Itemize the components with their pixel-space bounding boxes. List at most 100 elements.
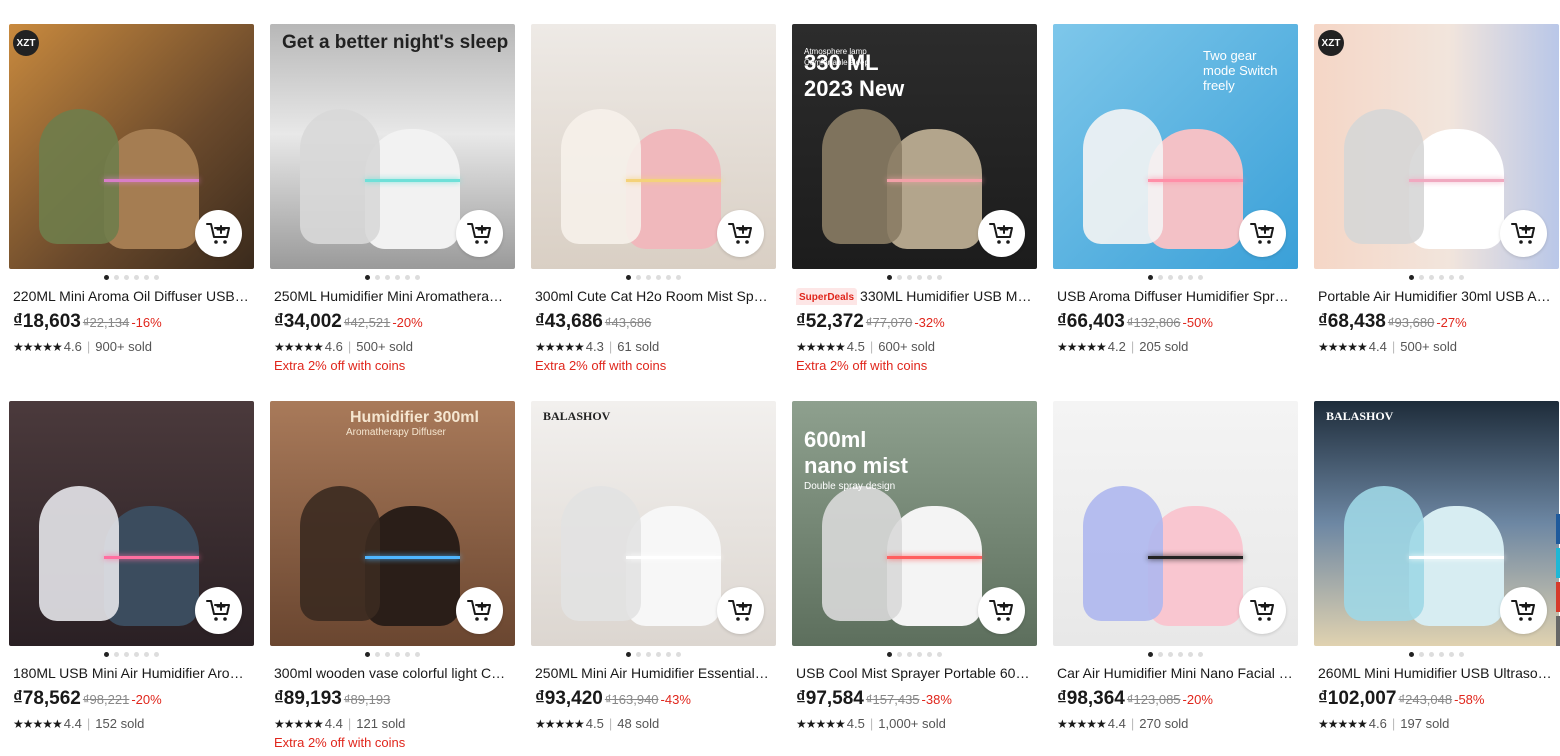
carousel-dot[interactable] [1449, 275, 1454, 280]
add-to-cart-button[interactable] [717, 587, 764, 634]
carousel-dot[interactable] [1419, 275, 1424, 280]
carousel-dot[interactable] [144, 275, 149, 280]
add-to-cart-button[interactable] [978, 587, 1025, 634]
product-image[interactable]: BALASHOV [1314, 401, 1559, 646]
product-title[interactable]: USB Aroma Diffuser Humidifier Spray Mist [1053, 287, 1293, 305]
carousel-dot[interactable] [676, 652, 681, 657]
carousel-dot[interactable] [1198, 275, 1203, 280]
product-image[interactable] [531, 24, 776, 269]
add-to-cart-button[interactable] [717, 210, 764, 257]
carousel-dot[interactable] [405, 275, 410, 280]
carousel-dot[interactable] [144, 652, 149, 657]
carousel-dot[interactable] [1439, 275, 1444, 280]
product-title[interactable]: Car Air Humidifier Mini Nano Facial Spra… [1053, 664, 1293, 682]
product-title-text[interactable]: 300ml Cute Cat H2o Room Mist Sprayer [535, 288, 771, 304]
carousel-dot[interactable] [415, 652, 420, 657]
carousel-dots[interactable] [270, 271, 515, 284]
carousel-dot[interactable] [1188, 275, 1193, 280]
product-image[interactable] [9, 401, 254, 646]
product-image[interactable]: 600ml nano mist Double spray design [792, 401, 1037, 646]
carousel-dot[interactable] [937, 275, 942, 280]
carousel-dot[interactable] [897, 652, 902, 657]
product-card[interactable]: BALASHOV 250ML Mini Air Humidifier Essen… [531, 401, 776, 756]
carousel-dot[interactable] [154, 275, 159, 280]
carousel-dot[interactable] [1148, 275, 1153, 280]
carousel-dots[interactable] [531, 271, 776, 284]
add-to-cart-button[interactable] [456, 210, 503, 257]
carousel-dot[interactable] [385, 652, 390, 657]
carousel-dot[interactable] [636, 275, 641, 280]
carousel-dot[interactable] [626, 275, 631, 280]
carousel-dot[interactable] [887, 275, 892, 280]
carousel-dot[interactable] [415, 275, 420, 280]
product-card[interactable]: Get a better night's sleep 250ML Humidif… [270, 24, 515, 379]
carousel-dots[interactable] [1053, 648, 1298, 661]
product-title[interactable]: 180ML USB Mini Air Humidifier Aroma Diff… [9, 664, 249, 682]
side-tab[interactable] [1556, 582, 1560, 612]
carousel-dot[interactable] [154, 652, 159, 657]
carousel-dot[interactable] [1459, 275, 1464, 280]
carousel-dot[interactable] [917, 652, 922, 657]
add-to-cart-button[interactable] [456, 587, 503, 634]
carousel-dot[interactable] [626, 652, 631, 657]
product-image[interactable]: 330 ML 2023 New Atmosphere lamp Comforta… [792, 24, 1037, 269]
product-title-text[interactable]: USB Cool Mist Sprayer Portable 600ml Hum… [796, 665, 1032, 681]
carousel-dots[interactable] [1314, 648, 1559, 661]
carousel-dot[interactable] [114, 652, 119, 657]
product-title-text[interactable]: 250ML Humidifier Mini Aromatherapy Diffu… [274, 288, 510, 304]
product-card[interactable]: 300ml Cute Cat H2o Room Mist Sprayer ₫43… [531, 24, 776, 379]
carousel-dot[interactable] [1419, 652, 1424, 657]
carousel-dot[interactable] [134, 275, 139, 280]
carousel-dot[interactable] [1158, 275, 1163, 280]
carousel-dot[interactable] [666, 652, 671, 657]
carousel-dot[interactable] [1198, 652, 1203, 657]
product-card[interactable]: 330 ML 2023 New Atmosphere lamp Comforta… [792, 24, 1037, 379]
product-title[interactable]: USB Cool Mist Sprayer Portable 600ml Hum… [792, 664, 1032, 682]
side-tab[interactable] [1556, 514, 1560, 544]
carousel-dot[interactable] [104, 275, 109, 280]
product-image[interactable]: Two gear mode Switch freely [1053, 24, 1298, 269]
carousel-dot[interactable] [375, 652, 380, 657]
add-to-cart-button[interactable] [195, 210, 242, 257]
product-card[interactable]: Car Air Humidifier Mini Nano Facial Spra… [1053, 401, 1298, 756]
carousel-dot[interactable] [666, 275, 671, 280]
add-to-cart-button[interactable] [195, 587, 242, 634]
carousel-dots[interactable] [1314, 271, 1559, 284]
product-card[interactable]: Humidifier 300ml Aromatherapy Diffuser 3… [270, 401, 515, 756]
add-to-cart-button[interactable] [1500, 587, 1547, 634]
carousel-dot[interactable] [365, 652, 370, 657]
carousel-dot[interactable] [907, 652, 912, 657]
product-image[interactable] [1053, 401, 1298, 646]
carousel-dot[interactable] [1459, 652, 1464, 657]
product-image[interactable]: XZT [9, 24, 254, 269]
carousel-dot[interactable] [365, 275, 370, 280]
carousel-dot[interactable] [917, 275, 922, 280]
add-to-cart-button[interactable] [1239, 210, 1286, 257]
carousel-dot[interactable] [1429, 275, 1434, 280]
product-image[interactable]: BALASHOV [531, 401, 776, 646]
product-title-text[interactable]: 300ml wooden vase colorful light Cool Mi… [274, 665, 510, 681]
carousel-dot[interactable] [656, 275, 661, 280]
carousel-dot[interactable] [1178, 652, 1183, 657]
carousel-dot[interactable] [887, 652, 892, 657]
carousel-dot[interactable] [927, 275, 932, 280]
carousel-dot[interactable] [1449, 652, 1454, 657]
carousel-dot[interactable] [1409, 652, 1414, 657]
carousel-dot[interactable] [385, 275, 390, 280]
add-to-cart-button[interactable] [1239, 587, 1286, 634]
carousel-dot[interactable] [104, 652, 109, 657]
carousel-dots[interactable] [531, 648, 776, 661]
carousel-dot[interactable] [636, 652, 641, 657]
product-title[interactable]: SuperDeals330ML Humidifier USB Mini Air … [792, 287, 1032, 305]
carousel-dot[interactable] [114, 275, 119, 280]
carousel-dot[interactable] [395, 275, 400, 280]
carousel-dot[interactable] [676, 275, 681, 280]
carousel-dot[interactable] [1178, 275, 1183, 280]
carousel-dot[interactable] [1429, 652, 1434, 657]
product-card[interactable]: Two gear mode Switch freely USB Aroma Di… [1053, 24, 1298, 379]
carousel-dots[interactable] [792, 648, 1037, 661]
carousel-dots[interactable] [9, 271, 254, 284]
carousel-dot[interactable] [927, 652, 932, 657]
product-title-text[interactable]: 220ML Mini Aroma Oil Diffuser USB Humidi… [13, 288, 249, 304]
product-card[interactable]: 180ML USB Mini Air Humidifier Aroma Diff… [9, 401, 254, 756]
